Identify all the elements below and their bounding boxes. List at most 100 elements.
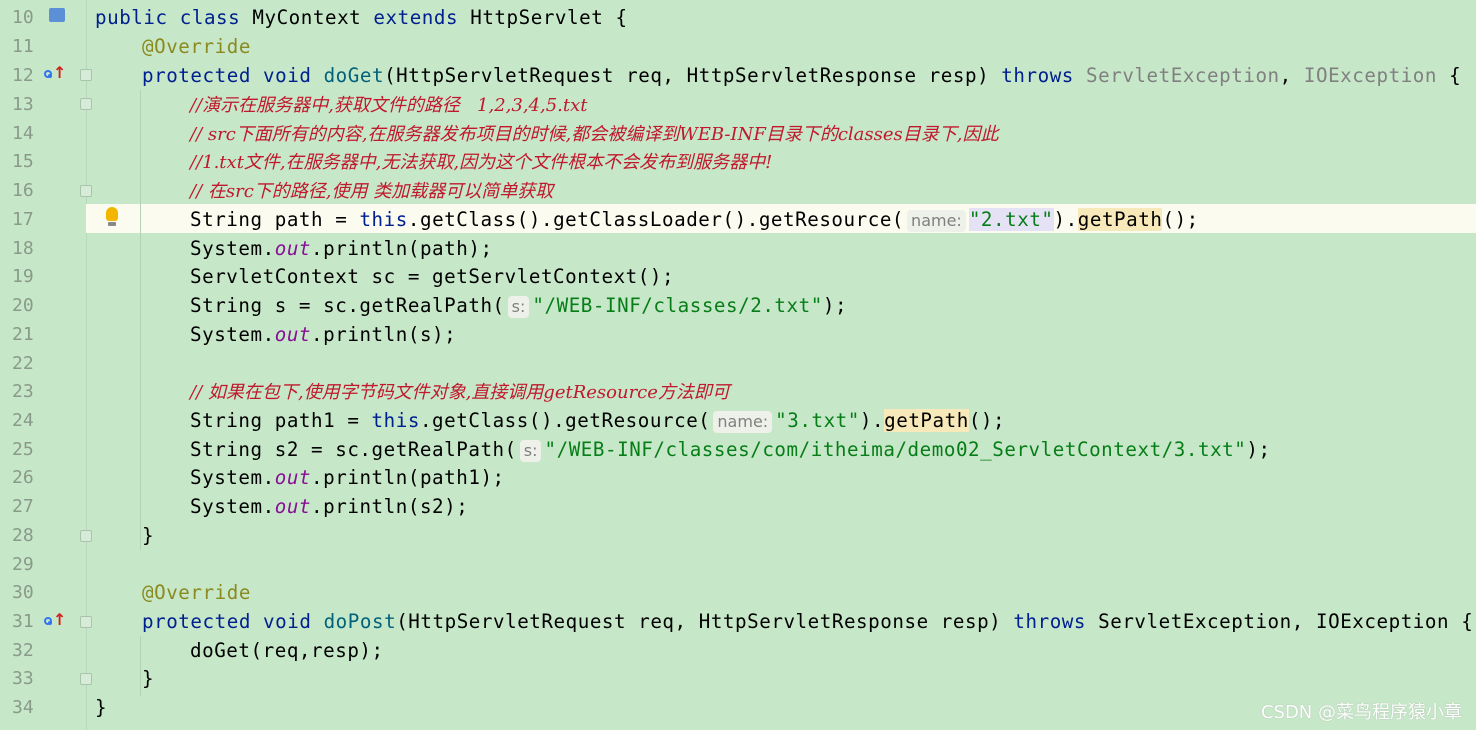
line-number[interactable]: 12 [12, 61, 42, 90]
indent-guide [140, 90, 141, 550]
line-number[interactable]: 19 [12, 262, 42, 291]
code-line-10[interactable]: public class MyContext extends HttpServl… [95, 3, 628, 32]
code-line-20[interactable]: String s = sc.getRealPath(s: "/WEB-INF/cl… [190, 291, 847, 320]
line-number[interactable]: 18 [12, 234, 42, 263]
line-number[interactable]: 21 [12, 320, 42, 349]
code-text: String path1 = [190, 409, 372, 432]
line-number[interactable]: 16 [12, 176, 42, 205]
line-number[interactable]: 20 [12, 291, 42, 320]
code-text: .println(path1); [311, 466, 505, 489]
code-line-17[interactable]: String path = this.getClass().getClassLo… [190, 205, 1199, 234]
line-number[interactable]: 10 [12, 3, 42, 32]
keyword: throws [1013, 610, 1087, 633]
line-number[interactable]: 26 [12, 463, 42, 492]
code-line-34[interactable]: } [95, 693, 107, 722]
keyword: extends [373, 6, 459, 29]
code-text: String s = sc.getRealPath( [190, 294, 505, 317]
arrow-up-icon[interactable]: ↑ [53, 63, 66, 82]
line-number[interactable]: 11 [12, 32, 42, 61]
line-number[interactable]: 31 [12, 607, 42, 636]
fold-marker-icon[interactable] [80, 530, 92, 542]
fold-marker-icon[interactable] [80, 185, 92, 197]
arrow-up-icon[interactable]: ↑ [53, 610, 66, 629]
line-number[interactable]: 33 [12, 664, 42, 693]
code-line-31[interactable]: protected void doPost(HttpServletRequest… [142, 607, 1473, 636]
static-field: out [274, 495, 312, 518]
code-line-30[interactable]: @Override [142, 578, 251, 607]
line-number[interactable]: 25 [12, 435, 42, 464]
params: (HttpServletRequest req, HttpServletResp… [384, 64, 1002, 87]
brace: { [1449, 610, 1474, 633]
line-number[interactable]: 29 [12, 550, 42, 579]
code-text: .getClass().getClassLoader().getResource… [407, 208, 905, 231]
code-text: System. [190, 323, 275, 346]
line-number[interactable]: 17 [12, 205, 42, 234]
lightbulb-icon[interactable] [106, 207, 118, 221]
line-number[interactable]: 28 [12, 521, 42, 550]
fold-marker-icon[interactable] [80, 69, 92, 81]
parameter-hint: name: [907, 210, 966, 232]
closing-brace: } [142, 524, 155, 547]
code-line-18[interactable]: System.out.println(path); [190, 234, 493, 263]
overrides-method-icon[interactable] [44, 70, 52, 78]
code-line-24[interactable]: String path1 = this.getClass().getResour… [190, 406, 1005, 435]
line-number[interactable]: 13 [12, 90, 42, 119]
line-number[interactable]: 23 [12, 377, 42, 406]
fold-marker-icon[interactable] [80, 98, 92, 110]
code-line-13[interactable]: //演示在服务器中,获取文件的路径 1,2,3,4,5.txt [190, 90, 588, 119]
code-line-27[interactable]: System.out.println(s2); [190, 492, 468, 521]
keyword: throws [1001, 64, 1074, 87]
class-name: MyContext [252, 6, 362, 29]
code-line-33[interactable]: } [142, 664, 154, 693]
line-number[interactable]: 14 [12, 119, 42, 148]
indent-guide [140, 636, 141, 696]
code-line-14[interactable]: // src下面所有的内容,在服务器发布项目的时候,都会被编译到WEB-INF目… [190, 119, 999, 148]
fold-marker-icon[interactable] [80, 616, 92, 628]
code-line-32[interactable]: doGet(req,resp); [190, 636, 384, 665]
keyword: protected [142, 610, 251, 633]
superclass-name: HttpServlet [470, 6, 604, 29]
line-number[interactable]: 15 [12, 147, 42, 176]
highlighted-method: getPath [1077, 208, 1163, 231]
code-text: .println(path); [311, 237, 493, 260]
separator: , [1279, 64, 1304, 87]
highlighted-method: getPath [884, 409, 969, 432]
line-number[interactable]: 24 [12, 406, 42, 435]
code-line-11[interactable]: @Override [142, 32, 251, 61]
code-editor[interactable]: 10 11 12 13 14 15 16 17 18 19 20 21 22 23 24 25 26 27 28 29… [0, 0, 1476, 730]
exception-type: IOException [1303, 64, 1437, 87]
code-line-12[interactable]: protected void doGet(HttpServletRequest … [142, 61, 1461, 90]
code-line-21[interactable]: System.out.println(s); [190, 320, 456, 349]
static-field: out [274, 323, 312, 346]
line-number[interactable]: 34 [12, 693, 42, 722]
line-number[interactable]: 30 [12, 578, 42, 607]
code-line-26[interactable]: System.out.println(path1); [190, 463, 505, 492]
line-number[interactable]: 22 [12, 349, 42, 378]
static-field: out [274, 466, 312, 489]
comment: //演示在服务器中,获取文件的路径 1,2,3,4,5.txt [190, 95, 588, 116]
overrides-method-icon[interactable] [44, 617, 52, 625]
keyword: void [263, 610, 312, 633]
code-text: ); [1246, 438, 1271, 461]
code-line-28[interactable]: } [142, 521, 154, 550]
code-line-25[interactable]: String s2 = sc.getRealPath(s: "/WEB-INF/c… [190, 435, 1271, 464]
code-text: System. [190, 495, 275, 518]
code-text: doGet(req,resp); [190, 639, 384, 662]
fold-marker-icon[interactable] [80, 673, 92, 685]
class-gutter-icon[interactable] [49, 8, 65, 22]
exception-type: ServletException [1086, 64, 1280, 87]
code-line-23[interactable]: // 如果在包下,使用字节码文件对象,直接调用getResource方法即可 [190, 377, 730, 406]
code-text: .getClass().getResource( [419, 409, 711, 432]
line-number[interactable]: 27 [12, 492, 42, 521]
parameter-hint: name: [713, 411, 773, 433]
code-line-15[interactable]: //1.txt文件,在服务器中,无法获取,因为这个文件根本不会发布到服务器中! [190, 147, 772, 176]
code-text: System. [190, 237, 275, 260]
annotation: @Override [142, 35, 251, 58]
string-literal: "3.txt" [775, 409, 860, 432]
closing-brace: } [142, 667, 155, 690]
code-line-16[interactable]: // 在src下的路径,使用 类加载器可以简单获取 [190, 176, 553, 205]
line-number[interactable]: 32 [12, 636, 42, 665]
code-line-19[interactable]: ServletContext sc = getServletContext(); [190, 262, 674, 291]
exception-type: ServletException [1098, 610, 1292, 633]
exception-type: IOException [1315, 610, 1450, 633]
